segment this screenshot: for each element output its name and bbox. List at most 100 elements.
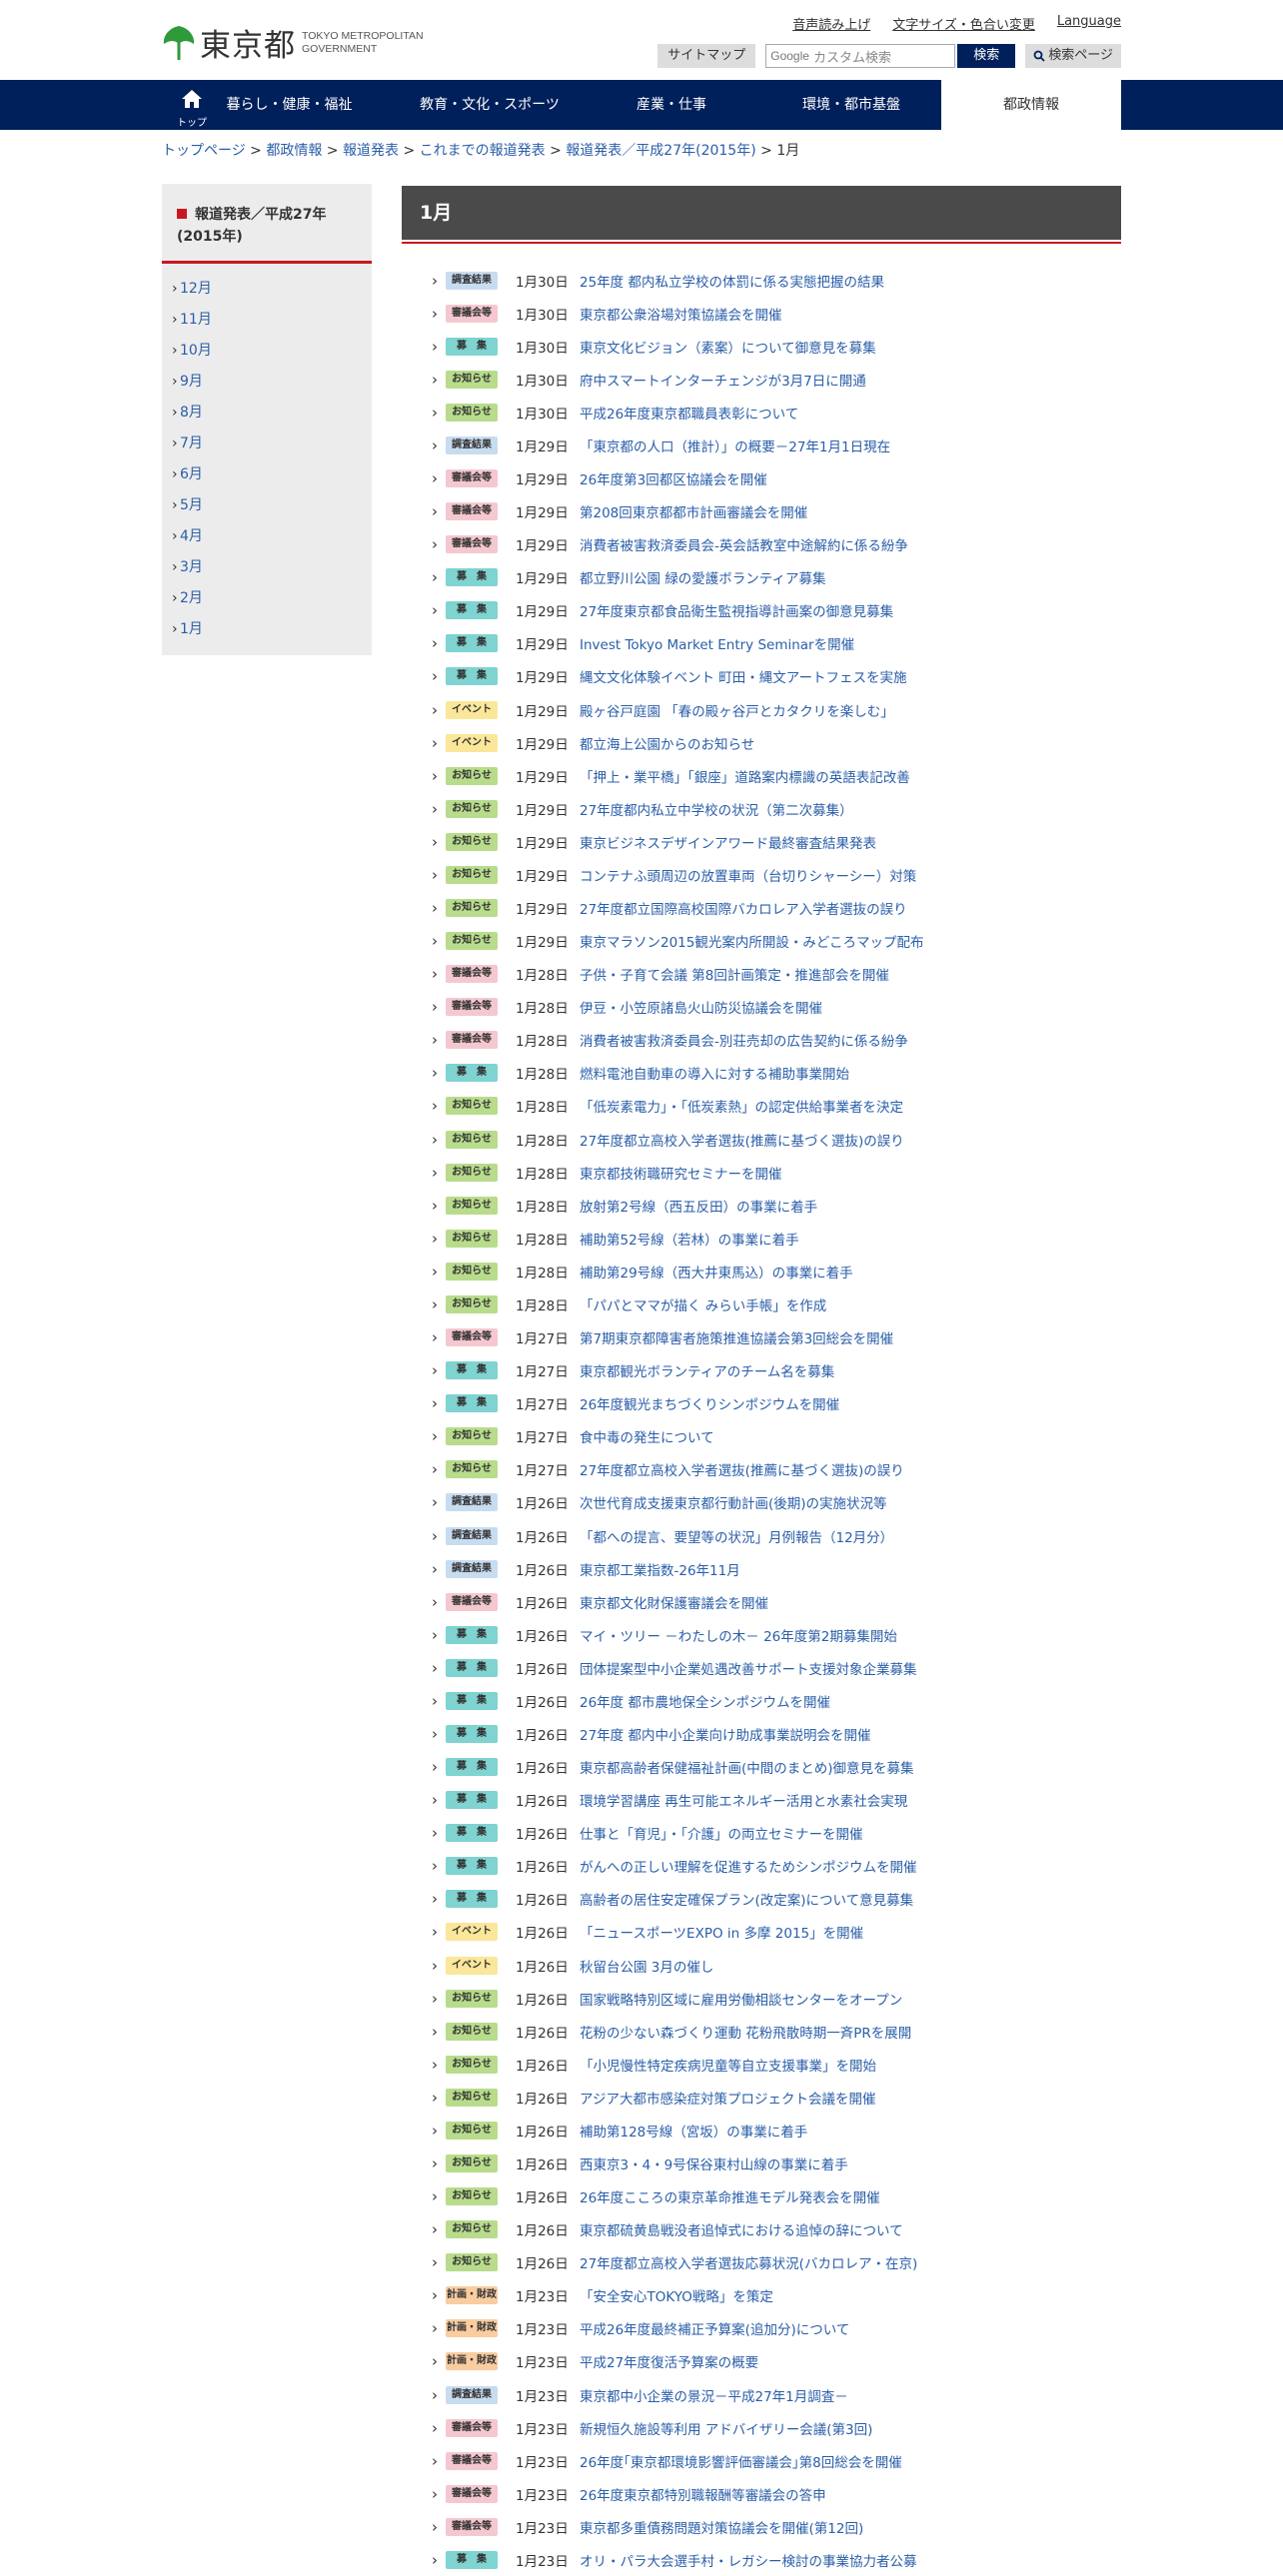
release-title-link[interactable]: オリ・パラ大会選手村・レガシー検討の事業協力者公募 (580, 2550, 917, 2570)
breadcrumb-past-press[interactable]: これまでの報道発表 (420, 143, 546, 159)
release-title-link[interactable]: 都立野川公園 緑の愛護ボランティア募集 (580, 567, 825, 587)
nav-metropolitan-government-info[interactable]: 都政情報 (941, 80, 1121, 130)
release-title-link[interactable]: 東京都多重債務問題対策協議会を開催(第12回) (580, 2517, 863, 2537)
release-title-link[interactable]: 東京都高齢者保健福祉計画(中間のまとめ)御意見を募集 (580, 1757, 914, 1777)
release-title-link[interactable]: 27年度都立高校入学者選抜(推薦に基づく選抜)の誤り (580, 1459, 904, 1479)
sidebar-month-item[interactable]: 1月 (162, 614, 372, 645)
sidebar-month-link[interactable]: 3月 (180, 559, 203, 575)
release-title-link[interactable]: 燃料電池自動車の導入に対する補助事業開始 (580, 1063, 849, 1083)
sidebar-month-item[interactable]: 9月 (162, 367, 372, 398)
release-title-link[interactable]: 東京都文化財保護審議会を開催 (580, 1592, 768, 1612)
release-title-link[interactable]: マイ・ツリー －わたしの木－ 26年度第2期募集開始 (580, 1625, 897, 1645)
language-link[interactable]: Language (1057, 14, 1121, 33)
release-title-link[interactable]: 東京都観光ボランティアのチーム名を募集 (580, 1360, 834, 1380)
sidebar-month-item[interactable]: 3月 (162, 552, 372, 583)
release-title-link[interactable]: アジア大都市感染症対策プロジェクト会議を開催 (580, 2088, 875, 2108)
sidebar-month-link[interactable]: 7月 (180, 435, 203, 451)
release-title-link[interactable]: 27年度 都内中小企業向け助成事業説明会を開催 (580, 1724, 870, 1744)
release-title-link[interactable]: 放射第2号線（西五反田）の事業に着手 (580, 1196, 817, 1216)
release-title-link[interactable]: 補助第29号線（西大井東馬込）の事業に着手 (580, 1262, 853, 1282)
breadcrumb-press[interactable]: 報道発表 (343, 143, 399, 159)
search-page-button[interactable]: 検索ページ (1025, 44, 1121, 68)
release-title-link[interactable]: 消費者被害救済委員会-別荘売却の広告契約に係る紛争 (580, 1030, 908, 1050)
release-title-link[interactable]: 平成26年度最終補正予算案(追加分)について (580, 2318, 849, 2338)
release-title-link[interactable]: 27年度都立高校入学者選抜応募状況(バカロレア・在京) (580, 2252, 917, 2272)
sidebar-month-item[interactable]: 4月 (162, 521, 372, 552)
sidebar-month-link[interactable]: 10月 (180, 343, 212, 359)
release-title-link[interactable]: 仕事と「育児」・「介護」の両立セミナーを開催 (580, 1823, 863, 1843)
release-title-link[interactable]: 東京マラソン2015観光案内所開設・みどころマップ配布 (580, 931, 923, 951)
release-title-link[interactable]: 東京文化ビジョン（素案）について御意見を募集 (580, 337, 876, 357)
release-title-link[interactable]: 食中毒の発生について (580, 1426, 714, 1446)
release-title-link[interactable]: 高齢者の居住安定確保プラン(改定案)について意見募集 (580, 1889, 913, 1909)
release-title-link[interactable]: 26年度第3回都区協議会を開催 (580, 468, 767, 488)
release-title-link[interactable]: 第208回東京都都市計画審議会を開催 (580, 501, 807, 521)
release-title-link[interactable]: 殿ヶ谷戸庭園 「春の殿ヶ谷戸とカタクリを楽しむ」 (580, 700, 894, 720)
breadcrumb-2015[interactable]: 報道発表／平成27年(2015年) (566, 143, 755, 159)
release-title-link[interactable]: 補助第52号線（若林）の事業に着手 (580, 1229, 799, 1249)
release-title-link[interactable]: 「都への提言、要望等の状況」月例報告（12月分） (580, 1526, 893, 1546)
sidebar-month-link[interactable]: 11月 (180, 312, 212, 328)
sidebar-month-link[interactable]: 5月 (180, 497, 203, 513)
release-title-link[interactable]: 東京ビジネスデザインアワード最終審査結果発表 (580, 832, 876, 852)
release-title-link[interactable]: 27年度東京都食品衛生監視指導計画案の御意見募集 (580, 600, 893, 620)
release-title-link[interactable]: 26年度東京都特別職報酬等審議会の答申 (580, 2484, 826, 2504)
release-title-link[interactable]: 東京都工業指数-26年11月 (580, 1559, 740, 1579)
release-title-link[interactable]: 伊豆・小笠原諸島火山防災協議会を開催 (580, 997, 822, 1017)
release-title-link[interactable]: 団体提案型中小企業処遇改善サポート支援対象企業募集 (580, 1658, 917, 1678)
nav-industry-work[interactable]: 産業・仕事 (612, 80, 731, 130)
breadcrumb-government-info[interactable]: 都政情報 (266, 143, 322, 159)
sidebar-month-item[interactable]: 5月 (162, 490, 372, 521)
release-title-link[interactable]: 27年度都内私立中学校の状況（第二次募集） (580, 799, 853, 819)
sidebar-month-item[interactable]: 7月 (162, 429, 372, 459)
search-button[interactable]: 検索 (957, 44, 1016, 68)
release-title-link[interactable]: 東京都技術職研究セミナーを開催 (580, 1163, 782, 1183)
release-title-link[interactable]: 秋留台公園 3月の催し (580, 1956, 713, 1976)
release-title-link[interactable]: 平成26年度東京都職員表彰について (580, 403, 798, 423)
nav-education-culture-sports[interactable]: 教育・文化・スポーツ (405, 80, 575, 130)
release-title-link[interactable]: 都立海上公園からのお知らせ (580, 733, 754, 753)
release-title-link[interactable]: 26年度観光まちづくりシンポジウムを開催 (580, 1393, 839, 1413)
search-input[interactable]: Google カスタム検索 (765, 44, 956, 68)
voice-reading-link[interactable]: 音声読み上げ (792, 14, 870, 33)
sidebar-month-link[interactable]: 4月 (180, 528, 203, 544)
sidebar-month-link[interactable]: 2月 (180, 590, 203, 606)
release-title-link[interactable]: 「パパとママが描く みらい手帳」を作成 (580, 1294, 826, 1314)
release-title-link[interactable]: 花粉の少ない森づくり運動 花粉飛散時期一斉PRを展開 (580, 2022, 911, 2042)
release-title-link[interactable]: 「安全安心TOKYO戦略」を策定 (580, 2285, 773, 2305)
release-title-link[interactable]: 26年度こころの東京革命推進モデル発表会を開催 (580, 2186, 880, 2206)
release-title-link[interactable]: 消費者被害救済委員会-英会話教室中途解約に係る紛争 (580, 534, 908, 554)
sitemap-button[interactable]: サイトマップ (657, 44, 756, 68)
sidebar-month-link[interactable]: 12月 (180, 281, 212, 297)
sidebar-month-item[interactable]: 6月 (162, 459, 372, 490)
release-title-link[interactable]: Invest Tokyo Market Entry Seminarを開催 (580, 633, 854, 653)
sidebar-month-item[interactable]: 10月 (162, 336, 372, 367)
release-title-link[interactable]: 26年度｢東京都環境影響評価審議会｣第8回総会を開催 (580, 2451, 902, 2471)
sidebar-month-link[interactable]: 9月 (180, 374, 203, 390)
release-title-link[interactable]: 府中スマートインターチェンジが3月7日に開通 (580, 370, 866, 390)
sidebar-month-link[interactable]: 1月 (180, 621, 203, 637)
release-title-link[interactable]: 国家戦略特別区域に雇用労働相談センターをオープン (580, 1989, 902, 2009)
nav-living-health-welfare[interactable]: 暮らし・健康・福祉 (222, 80, 357, 130)
release-title-link[interactable]: 「東京都の人口（推計）」の概要－27年1月1日現在 (580, 435, 890, 455)
release-title-link[interactable]: 「小児慢性特定疾病児童等自立支援事業」を開始 (580, 2055, 876, 2075)
sidebar-month-link[interactable]: 8月 (180, 405, 203, 421)
sidebar-month-item[interactable]: 2月 (162, 583, 372, 614)
release-title-link[interactable]: 平成27年度復活予算案の概要 (580, 2351, 758, 2371)
release-title-link[interactable]: 「低炭素電力」・「低炭素熱」の認定供給事業者を決定 (580, 1096, 903, 1116)
release-title-link[interactable]: 25年度 都内私立学校の体罰に係る実態把握の結果 (580, 271, 884, 291)
sidebar-month-item[interactable]: 11月 (162, 305, 372, 336)
sidebar-month-item[interactable]: 12月 (162, 274, 372, 305)
release-title-link[interactable]: 補助第128号線（宮坂）の事業に着手 (580, 2121, 807, 2141)
release-title-link[interactable]: 環境学習講座 再生可能エネルギー活用と水素社会実現 (580, 1790, 907, 1810)
release-title-link[interactable]: 東京都硫黄島戦没者追悼式における追悼の辞について (580, 2219, 903, 2239)
release-title-link[interactable]: コンテナふ頭周辺の放置車両（台切りシャーシー）対策 (580, 865, 916, 885)
breadcrumb-top[interactable]: トップページ (162, 143, 246, 159)
release-title-link[interactable]: 縄文文化体験イベント 町田・縄文アートフェスを実施 (580, 666, 906, 686)
release-title-link[interactable]: 第7期東京都障害者施策推進協議会第3回総会を開催 (580, 1327, 893, 1347)
tokyo-logo[interactable]: 東京都 TOKYO METROPOLITAN GOVERNMENT (162, 20, 424, 65)
sidebar-month-link[interactable]: 6月 (180, 466, 203, 482)
release-title-link[interactable]: 「ニュースポーツEXPO in 多摩 2015」を開催 (580, 1922, 863, 1942)
sidebar-month-item[interactable]: 8月 (162, 398, 372, 429)
release-title-link[interactable]: 次世代育成支援東京都行動計画(後期)の実施状況等 (580, 1492, 887, 1512)
